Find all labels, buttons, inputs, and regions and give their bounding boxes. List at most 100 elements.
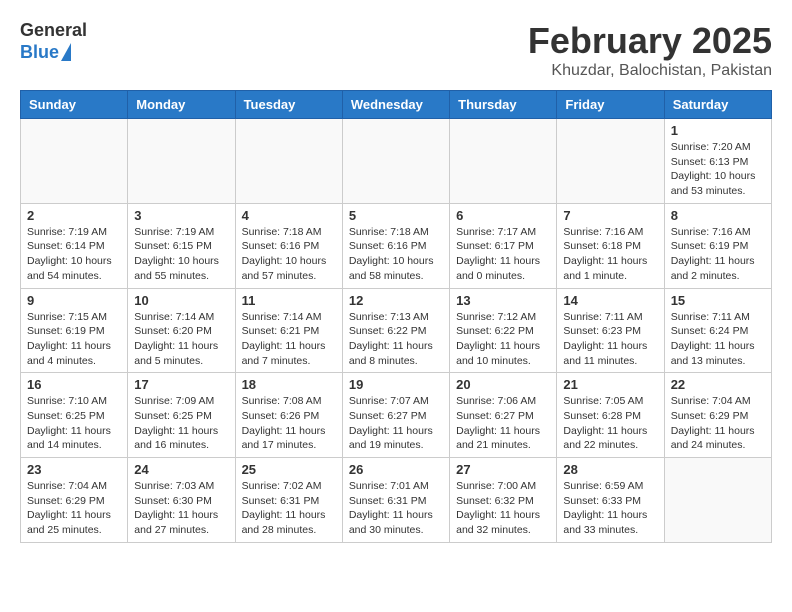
day-info: Sunrise: 7:13 AM Sunset: 6:22 PM Dayligh… [349, 310, 443, 369]
weekday-header-saturday: Saturday [664, 91, 771, 119]
day-info: Sunrise: 6:59 AM Sunset: 6:33 PM Dayligh… [563, 479, 657, 538]
day-number: 7 [563, 208, 657, 223]
day-info: Sunrise: 7:18 AM Sunset: 6:16 PM Dayligh… [349, 225, 443, 284]
day-number: 12 [349, 293, 443, 308]
day-cell: 21 Sunrise: 7:05 AM Sunset: 6:28 PM Dayli… [557, 373, 664, 458]
day-cell: 20Sunrise: 7:06 AM Sunset: 6:27 PM Dayli… [450, 373, 557, 458]
day-info: Sunrise: 7:11 AM Sunset: 6:23 PM Dayligh… [563, 310, 657, 369]
logo-blue-text: Blue [20, 42, 59, 64]
weekday-header-wednesday: Wednesday [342, 91, 449, 119]
week-row-2: 2 Sunrise: 7:19 AM Sunset: 6:14 PM Daylig… [21, 203, 772, 288]
day-info: Sunrise: 7:18 AM Sunset: 6:16 PM Dayligh… [242, 225, 336, 284]
day-number: 18 [242, 377, 336, 392]
logo-general-text: General [20, 20, 87, 42]
day-number: 1 [671, 123, 765, 138]
day-cell [664, 458, 771, 543]
day-number: 28 [563, 462, 657, 477]
day-info: Sunrise: 7:07 AM Sunset: 6:27 PM Dayligh… [349, 394, 443, 453]
day-info: Sunrise: 7:11 AM Sunset: 6:24 PM Dayligh… [671, 310, 765, 369]
day-cell: 13Sunrise: 7:12 AM Sunset: 6:22 PM Dayli… [450, 288, 557, 373]
title-block: February 2025 Khuzdar, Balochistan, Paki… [528, 20, 772, 80]
day-cell: 2 Sunrise: 7:19 AM Sunset: 6:14 PM Daylig… [21, 203, 128, 288]
day-number: 16 [27, 377, 121, 392]
day-cell: 22 Sunrise: 7:04 AM Sunset: 6:29 PM Dayli… [664, 373, 771, 458]
day-info: Sunrise: 7:10 AM Sunset: 6:25 PM Dayligh… [27, 394, 121, 453]
day-cell [450, 119, 557, 204]
day-number: 20 [456, 377, 550, 392]
month-year-title: February 2025 [528, 20, 772, 62]
day-info: Sunrise: 7:12 AM Sunset: 6:22 PM Dayligh… [456, 310, 550, 369]
day-number: 9 [27, 293, 121, 308]
day-info: Sunrise: 7:14 AM Sunset: 6:20 PM Dayligh… [134, 310, 228, 369]
day-cell: 15 Sunrise: 7:11 AM Sunset: 6:24 PM Dayli… [664, 288, 771, 373]
day-number: 8 [671, 208, 765, 223]
day-cell: 3 Sunrise: 7:19 AM Sunset: 6:15 PM Daylig… [128, 203, 235, 288]
day-info: Sunrise: 7:17 AM Sunset: 6:17 PM Dayligh… [456, 225, 550, 284]
day-number: 17 [134, 377, 228, 392]
day-number: 6 [456, 208, 550, 223]
day-info: Sunrise: 7:04 AM Sunset: 6:29 PM Dayligh… [27, 479, 121, 538]
day-info: Sunrise: 7:00 AM Sunset: 6:32 PM Dayligh… [456, 479, 550, 538]
day-info: Sunrise: 7:19 AM Sunset: 6:15 PM Dayligh… [134, 225, 228, 284]
day-info: Sunrise: 7:08 AM Sunset: 6:26 PM Dayligh… [242, 394, 336, 453]
day-cell: 9Sunrise: 7:15 AM Sunset: 6:19 PM Daylig… [21, 288, 128, 373]
location-subtitle: Khuzdar, Balochistan, Pakistan [528, 62, 772, 80]
day-info: Sunrise: 7:19 AM Sunset: 6:14 PM Dayligh… [27, 225, 121, 284]
day-cell: 19 Sunrise: 7:07 AM Sunset: 6:27 PM Dayli… [342, 373, 449, 458]
calendar-table: SundayMondayTuesdayWednesdayThursdayFrid… [20, 90, 772, 543]
day-cell: 11 Sunrise: 7:14 AM Sunset: 6:21 PM Dayli… [235, 288, 342, 373]
day-cell: 12 Sunrise: 7:13 AM Sunset: 6:22 PM Dayli… [342, 288, 449, 373]
day-info: Sunrise: 7:14 AM Sunset: 6:21 PM Dayligh… [242, 310, 336, 369]
day-cell [557, 119, 664, 204]
day-number: 15 [671, 293, 765, 308]
day-cell: 5 Sunrise: 7:18 AM Sunset: 6:16 PM Daylig… [342, 203, 449, 288]
day-cell: 4 Sunrise: 7:18 AM Sunset: 6:16 PM Daylig… [235, 203, 342, 288]
day-info: Sunrise: 7:16 AM Sunset: 6:18 PM Dayligh… [563, 225, 657, 284]
day-info: Sunrise: 7:20 AM Sunset: 6:13 PM Dayligh… [671, 140, 765, 199]
day-cell [235, 119, 342, 204]
day-cell: 18 Sunrise: 7:08 AM Sunset: 6:26 PM Dayli… [235, 373, 342, 458]
day-info: Sunrise: 7:02 AM Sunset: 6:31 PM Dayligh… [242, 479, 336, 538]
day-number: 4 [242, 208, 336, 223]
day-cell: 24 Sunrise: 7:03 AM Sunset: 6:30 PM Dayli… [128, 458, 235, 543]
weekday-header-sunday: Sunday [21, 91, 128, 119]
day-info: Sunrise: 7:01 AM Sunset: 6:31 PM Dayligh… [349, 479, 443, 538]
weekday-header-thursday: Thursday [450, 91, 557, 119]
day-info: Sunrise: 7:04 AM Sunset: 6:29 PM Dayligh… [671, 394, 765, 453]
day-info: Sunrise: 7:16 AM Sunset: 6:19 PM Dayligh… [671, 225, 765, 284]
weekday-header-tuesday: Tuesday [235, 91, 342, 119]
day-number: 19 [349, 377, 443, 392]
day-cell: 17 Sunrise: 7:09 AM Sunset: 6:25 PM Dayli… [128, 373, 235, 458]
day-cell: 23 Sunrise: 7:04 AM Sunset: 6:29 PM Dayli… [21, 458, 128, 543]
day-number: 24 [134, 462, 228, 477]
page-header: General Blue February 2025 Khuzdar, Balo… [20, 20, 772, 80]
week-row-5: 23 Sunrise: 7:04 AM Sunset: 6:29 PM Dayli… [21, 458, 772, 543]
day-cell [128, 119, 235, 204]
day-number: 3 [134, 208, 228, 223]
day-info: Sunrise: 7:05 AM Sunset: 6:28 PM Dayligh… [563, 394, 657, 453]
day-number: 22 [671, 377, 765, 392]
day-cell: 8 Sunrise: 7:16 AM Sunset: 6:19 PM Daylig… [664, 203, 771, 288]
day-number: 5 [349, 208, 443, 223]
day-number: 2 [27, 208, 121, 223]
day-cell: 6 Sunrise: 7:17 AM Sunset: 6:17 PM Daylig… [450, 203, 557, 288]
day-number: 26 [349, 462, 443, 477]
week-row-1: 1 Sunrise: 7:20 AM Sunset: 6:13 PM Daylig… [21, 119, 772, 204]
day-cell: 14Sunrise: 7:11 AM Sunset: 6:23 PM Dayli… [557, 288, 664, 373]
day-number: 23 [27, 462, 121, 477]
day-cell: 1 Sunrise: 7:20 AM Sunset: 6:13 PM Daylig… [664, 119, 771, 204]
week-row-3: 9Sunrise: 7:15 AM Sunset: 6:19 PM Daylig… [21, 288, 772, 373]
day-cell: 25Sunrise: 7:02 AM Sunset: 6:31 PM Dayli… [235, 458, 342, 543]
day-info: Sunrise: 7:09 AM Sunset: 6:25 PM Dayligh… [134, 394, 228, 453]
day-info: Sunrise: 7:03 AM Sunset: 6:30 PM Dayligh… [134, 479, 228, 538]
day-cell: 7 Sunrise: 7:16 AM Sunset: 6:18 PM Daylig… [557, 203, 664, 288]
day-cell: 28 Sunrise: 6:59 AM Sunset: 6:33 PM Dayli… [557, 458, 664, 543]
weekday-header-row: SundayMondayTuesdayWednesdayThursdayFrid… [21, 91, 772, 119]
day-cell: 16 Sunrise: 7:10 AM Sunset: 6:25 PM Dayli… [21, 373, 128, 458]
day-cell [342, 119, 449, 204]
logo: General Blue [20, 20, 87, 63]
day-number: 11 [242, 293, 336, 308]
logo-triangle-icon [61, 43, 71, 61]
day-number: 21 [563, 377, 657, 392]
day-cell: 27Sunrise: 7:00 AM Sunset: 6:32 PM Dayli… [450, 458, 557, 543]
